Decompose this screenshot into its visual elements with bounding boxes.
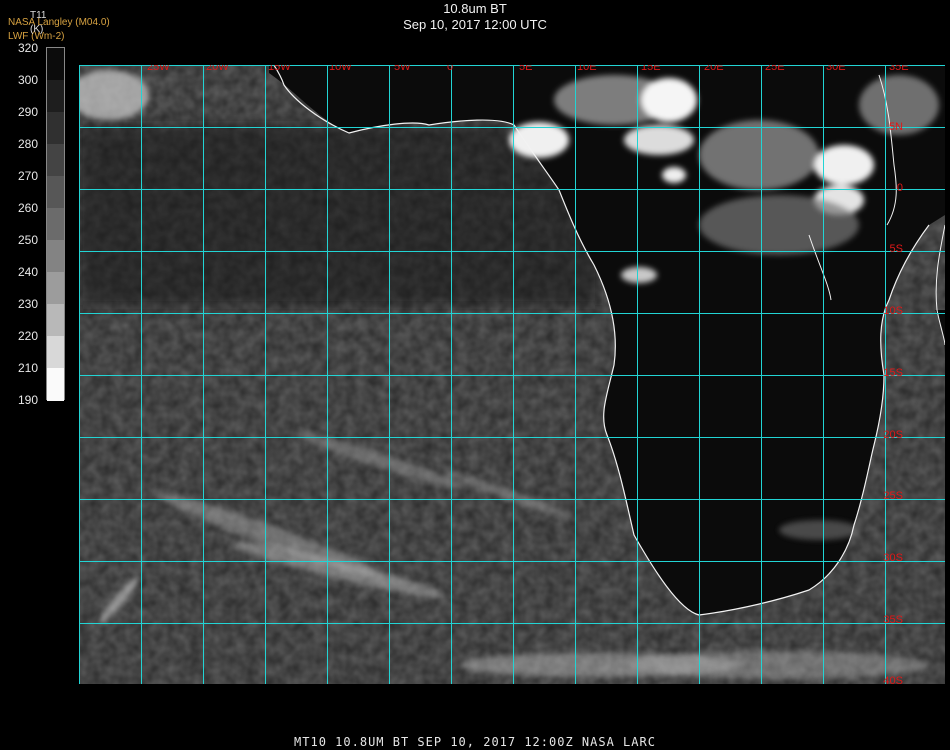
footer-caption: MT10 10.8UM BT SEP 10, 2017 12:00Z NASA … [294,735,656,749]
latitude-label: 35S [883,614,903,626]
latitude-label: 10S [883,305,903,317]
latitude-label: 5S [890,243,903,255]
latitude-label: 20S [883,429,903,441]
colorbar-tick-label: 250 [18,233,39,247]
longitude-label: 5E [519,65,532,73]
longitude-label: 20E [704,65,724,73]
colorbar-tick-label: 230 [18,297,39,311]
latitude-label: 5N [889,121,903,133]
image-title: 10.8um BT [443,1,507,16]
colorbar-tick-label: 300 [18,73,39,87]
latitude-label: 0 [897,182,903,194]
satellite-image: 25W 20W 15W 10W 5W 0 5E 10E 15E 20E 25E 30E 35E 5N 0 5… [69,44,946,687]
longitude-label: 30E [826,65,846,73]
longitude-label: 20W [206,65,229,73]
image-subtitle: Sep 10, 2017 12:00 UTC [403,17,547,32]
colorbar-unit: (K) [30,24,44,35]
longitude-label: 10W [329,65,352,73]
colorbar [46,47,65,401]
colorbar-tick-label: 260 [18,201,39,215]
latitude-label: 25S [883,490,903,502]
longitude-label: 35E [889,65,909,73]
latitude-label: 40S [883,675,903,684]
longitude-label: 25E [765,65,785,73]
colorbar-tick-label: 320 [18,41,39,55]
longitude-label: 0 [447,65,453,73]
colorbar-variable: T11 [30,10,47,21]
longitude-label: 15W [268,65,291,73]
latitude-label: 30S [883,552,903,564]
longitude-label: 15E [641,65,661,73]
colorbar-tick-label: 290 [18,105,39,119]
colorbar-tick-label: 220 [18,329,39,343]
colorbar-tick-label: 210 [18,361,39,375]
longitude-label: 10E [577,65,597,73]
colorbar-tick-label: 270 [18,169,39,183]
longitude-label: 25W [147,65,170,73]
colorbar-tick-label: 240 [18,265,39,279]
longitude-label: 5W [394,65,411,73]
credit-line-1: NASA Langley (M04.0) [8,17,110,28]
colorbar-tick-label: 280 [18,137,39,151]
latitude-label: 15S [883,367,903,379]
map-canvas: 25W 20W 15W 10W 5W 0 5E 10E 15E 20E 25E 30E 35E 5N 0 5… [69,44,946,687]
colorbar-tick-label: 190 [18,393,39,407]
